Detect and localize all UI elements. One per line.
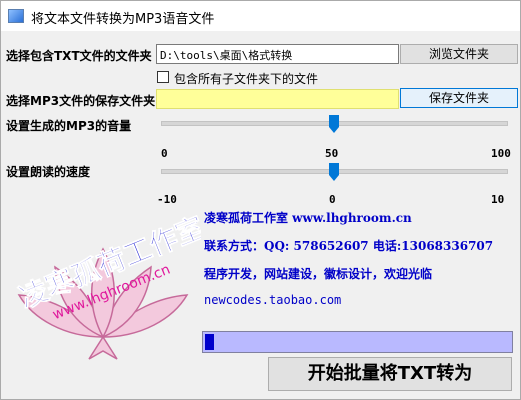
include-subfolders-checkbox[interactable] bbox=[157, 71, 169, 83]
volume-mid-tick: 50 bbox=[325, 147, 339, 160]
speed-max-tick: 10 bbox=[491, 193, 505, 206]
window-title: 将文本文件转换为MP3语音文件 bbox=[31, 12, 215, 27]
app-window: 将文本文件转换为MP3语音文件 选择包含TXT文件的文件夹 D:\tools\桌… bbox=[0, 0, 521, 400]
info-studio-line: 凌寒孤荷工作室 www.lhghroom.cn bbox=[204, 211, 412, 225]
browse-folder-button[interactable]: 浏览文件夹 bbox=[400, 44, 518, 64]
volume-slider-thumb[interactable] bbox=[328, 115, 339, 133]
info-shop-line: newcodes.taobao.com bbox=[204, 293, 342, 307]
source-folder-label: 选择包含TXT文件的文件夹 bbox=[6, 49, 152, 63]
app-icon bbox=[8, 9, 24, 23]
source-folder-path[interactable]: D:\tools\桌面\格式转换 bbox=[156, 44, 399, 64]
output-folder-path[interactable] bbox=[156, 89, 399, 109]
volume-min-tick: 0 bbox=[161, 147, 168, 160]
save-folder-button[interactable]: 保存文件夹 bbox=[400, 88, 518, 108]
speed-slider-thumb[interactable] bbox=[328, 163, 339, 181]
source-folder-path-text: D:\tools\桌面\格式转换 bbox=[160, 49, 293, 62]
conversion-progress-bar bbox=[202, 331, 513, 353]
include-subfolders-label[interactable]: 包含所有子文件夹下的文件 bbox=[174, 70, 318, 87]
volume-label: 设置生成的MP3的音量 bbox=[6, 119, 132, 133]
volume-max-tick: 100 bbox=[491, 147, 511, 160]
progress-fill bbox=[205, 334, 214, 350]
studio-logo: 凌寒孤荷工作室 www.lhghroom.cn bbox=[14, 210, 201, 360]
info-contact-line: 联系方式：QQ: 578652607 电话:13068336707 bbox=[204, 239, 494, 253]
title-bar: 将文本文件转换为MP3语音文件 bbox=[1, 1, 520, 31]
start-batch-convert-button[interactable]: 开始批量将TXT转为 bbox=[268, 357, 512, 391]
info-services-line: 程序开发，网站建设，徽标设计，欢迎光临 bbox=[204, 267, 433, 281]
output-folder-label: 选择MP3文件的保存文件夹 bbox=[6, 94, 156, 108]
speed-label: 设置朗读的速度 bbox=[6, 165, 91, 179]
speed-mid-tick: 0 bbox=[329, 193, 336, 206]
